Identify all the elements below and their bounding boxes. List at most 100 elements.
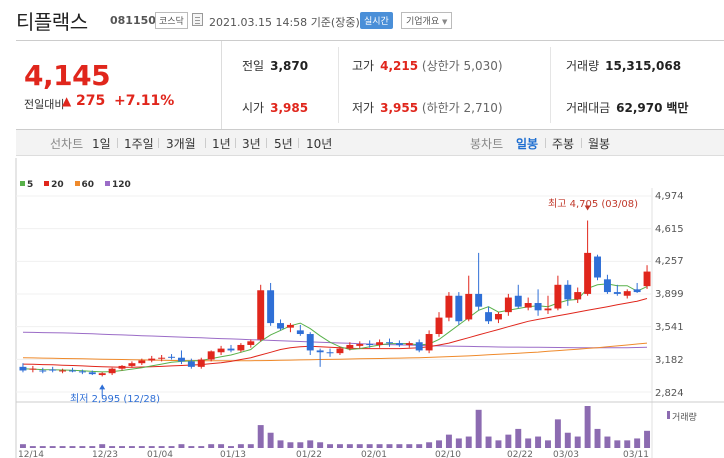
candle-body xyxy=(286,324,294,328)
x-tick: 12/23 xyxy=(92,450,118,458)
volume-bar xyxy=(178,444,185,448)
turnover-unit: 백만 xyxy=(666,101,689,115)
candle-body xyxy=(316,350,324,353)
period-3y[interactable]: 3년 xyxy=(242,135,261,152)
candle-body xyxy=(29,368,37,370)
line-chart-label: 선차트 xyxy=(50,137,84,151)
turnover-label: 거래대금 xyxy=(566,101,611,115)
volume-bar xyxy=(148,446,155,448)
candle-body xyxy=(98,373,106,376)
candle-body xyxy=(197,359,205,367)
candle-body xyxy=(217,348,225,353)
candle-body xyxy=(138,360,146,364)
lower-limit: (하한가 2,710) xyxy=(421,101,503,115)
realtime-button[interactable]: 실시간 xyxy=(360,12,393,29)
volume-bar xyxy=(158,446,165,448)
divider xyxy=(545,138,546,148)
turnover: 거래대금 62,970 백만 xyxy=(566,99,688,116)
period-10y[interactable]: 10년 xyxy=(306,135,332,152)
candle-body xyxy=(168,356,176,358)
ma120-line xyxy=(22,331,648,349)
candle-body xyxy=(584,252,592,294)
candle-body xyxy=(277,323,284,329)
divider xyxy=(338,47,339,123)
candle-body xyxy=(108,368,116,374)
volume: 거래량 15,315,068 xyxy=(566,57,681,74)
candle-body xyxy=(435,317,443,335)
volume-bar xyxy=(455,438,462,448)
divider xyxy=(550,47,551,123)
high-annotation: 최고 4,705 (03/08) xyxy=(548,199,639,210)
volume-bar xyxy=(525,438,532,448)
volume-bar xyxy=(327,444,334,448)
tab-weekly[interactable]: 주봉 xyxy=(552,135,574,152)
volume-bar xyxy=(426,442,433,448)
period-1y[interactable]: 1년 xyxy=(212,135,231,152)
volume-bar xyxy=(237,444,244,448)
candle-body xyxy=(326,352,334,354)
open-label: 시가 xyxy=(242,101,265,115)
volume-bar xyxy=(198,446,205,448)
volume-bar xyxy=(29,446,36,448)
candle-body xyxy=(534,303,542,311)
change-percent: +7.11% xyxy=(114,93,175,109)
candle-body xyxy=(405,343,413,345)
low-price: 저가 3,955 (하한가 2,710) xyxy=(352,99,503,116)
candle-body xyxy=(148,358,156,361)
period-5y[interactable]: 5년 xyxy=(274,135,293,152)
volume-bar xyxy=(247,444,254,448)
period-1d[interactable]: 1일 xyxy=(92,135,111,152)
candle-body xyxy=(88,372,96,375)
volume-bar xyxy=(218,444,225,448)
x-tick: 02/22 xyxy=(507,450,533,458)
volume-bar xyxy=(89,446,96,448)
candle-body xyxy=(19,366,27,371)
divider xyxy=(266,138,267,148)
volume-bar xyxy=(624,440,631,448)
volume-bar xyxy=(554,419,561,448)
upper-limit: (상한가 5,030) xyxy=(421,59,503,73)
open-value: 3,985 xyxy=(270,101,309,115)
market-badge: 코스닥 xyxy=(155,12,188,29)
divider xyxy=(117,138,118,148)
x-tick: 12/14 xyxy=(18,450,44,458)
x-tick: 03/03 xyxy=(553,450,579,458)
volume-bar xyxy=(436,440,442,448)
volume-swatch xyxy=(667,411,670,419)
volume-bar xyxy=(228,446,234,448)
low-label: 저가 xyxy=(352,101,375,115)
volume-bar xyxy=(515,428,522,448)
chart-period-bar: 선차트 1일 1주일 3개월 1년 3년 5년 10년 봉차트 일봉 주봉 월봉 xyxy=(16,130,724,156)
candle-body xyxy=(603,279,611,293)
current-price-box: 4,145 전일대비 ▲ 275 +7.11% xyxy=(16,41,222,129)
tab-monthly[interactable]: 월봉 xyxy=(588,135,610,152)
volume-bar xyxy=(416,444,423,448)
x-tick: 01/22 xyxy=(296,450,322,458)
volume-bar xyxy=(19,444,26,448)
volume-bar xyxy=(128,446,135,448)
x-tick: 02/10 xyxy=(435,450,461,458)
document-icon[interactable] xyxy=(192,13,203,26)
candle-body xyxy=(78,371,86,373)
volume-bar xyxy=(99,444,106,448)
candle-body xyxy=(118,365,126,369)
period-1w[interactable]: 1주일 xyxy=(124,135,154,152)
ma5-line xyxy=(22,283,648,373)
volume-bar xyxy=(574,436,581,448)
volume-bar xyxy=(69,446,76,448)
candle-body xyxy=(346,344,354,349)
company-overview-dropdown[interactable]: 기업개요 ▼ xyxy=(401,12,453,29)
volume-bar xyxy=(445,434,452,448)
volume-bar xyxy=(505,434,512,448)
stock-name: 티플랙스 xyxy=(16,10,88,34)
candle-body xyxy=(504,297,512,313)
tab-daily[interactable]: 일봉 xyxy=(516,135,538,152)
candle-body xyxy=(623,291,631,296)
candle-body xyxy=(128,363,136,366)
x-tick: 01/04 xyxy=(147,450,173,458)
period-3m[interactable]: 3개월 xyxy=(166,135,196,152)
candle-body xyxy=(465,293,473,320)
candle-body xyxy=(257,290,265,340)
candle-body xyxy=(415,342,423,351)
candle-body xyxy=(49,369,57,371)
